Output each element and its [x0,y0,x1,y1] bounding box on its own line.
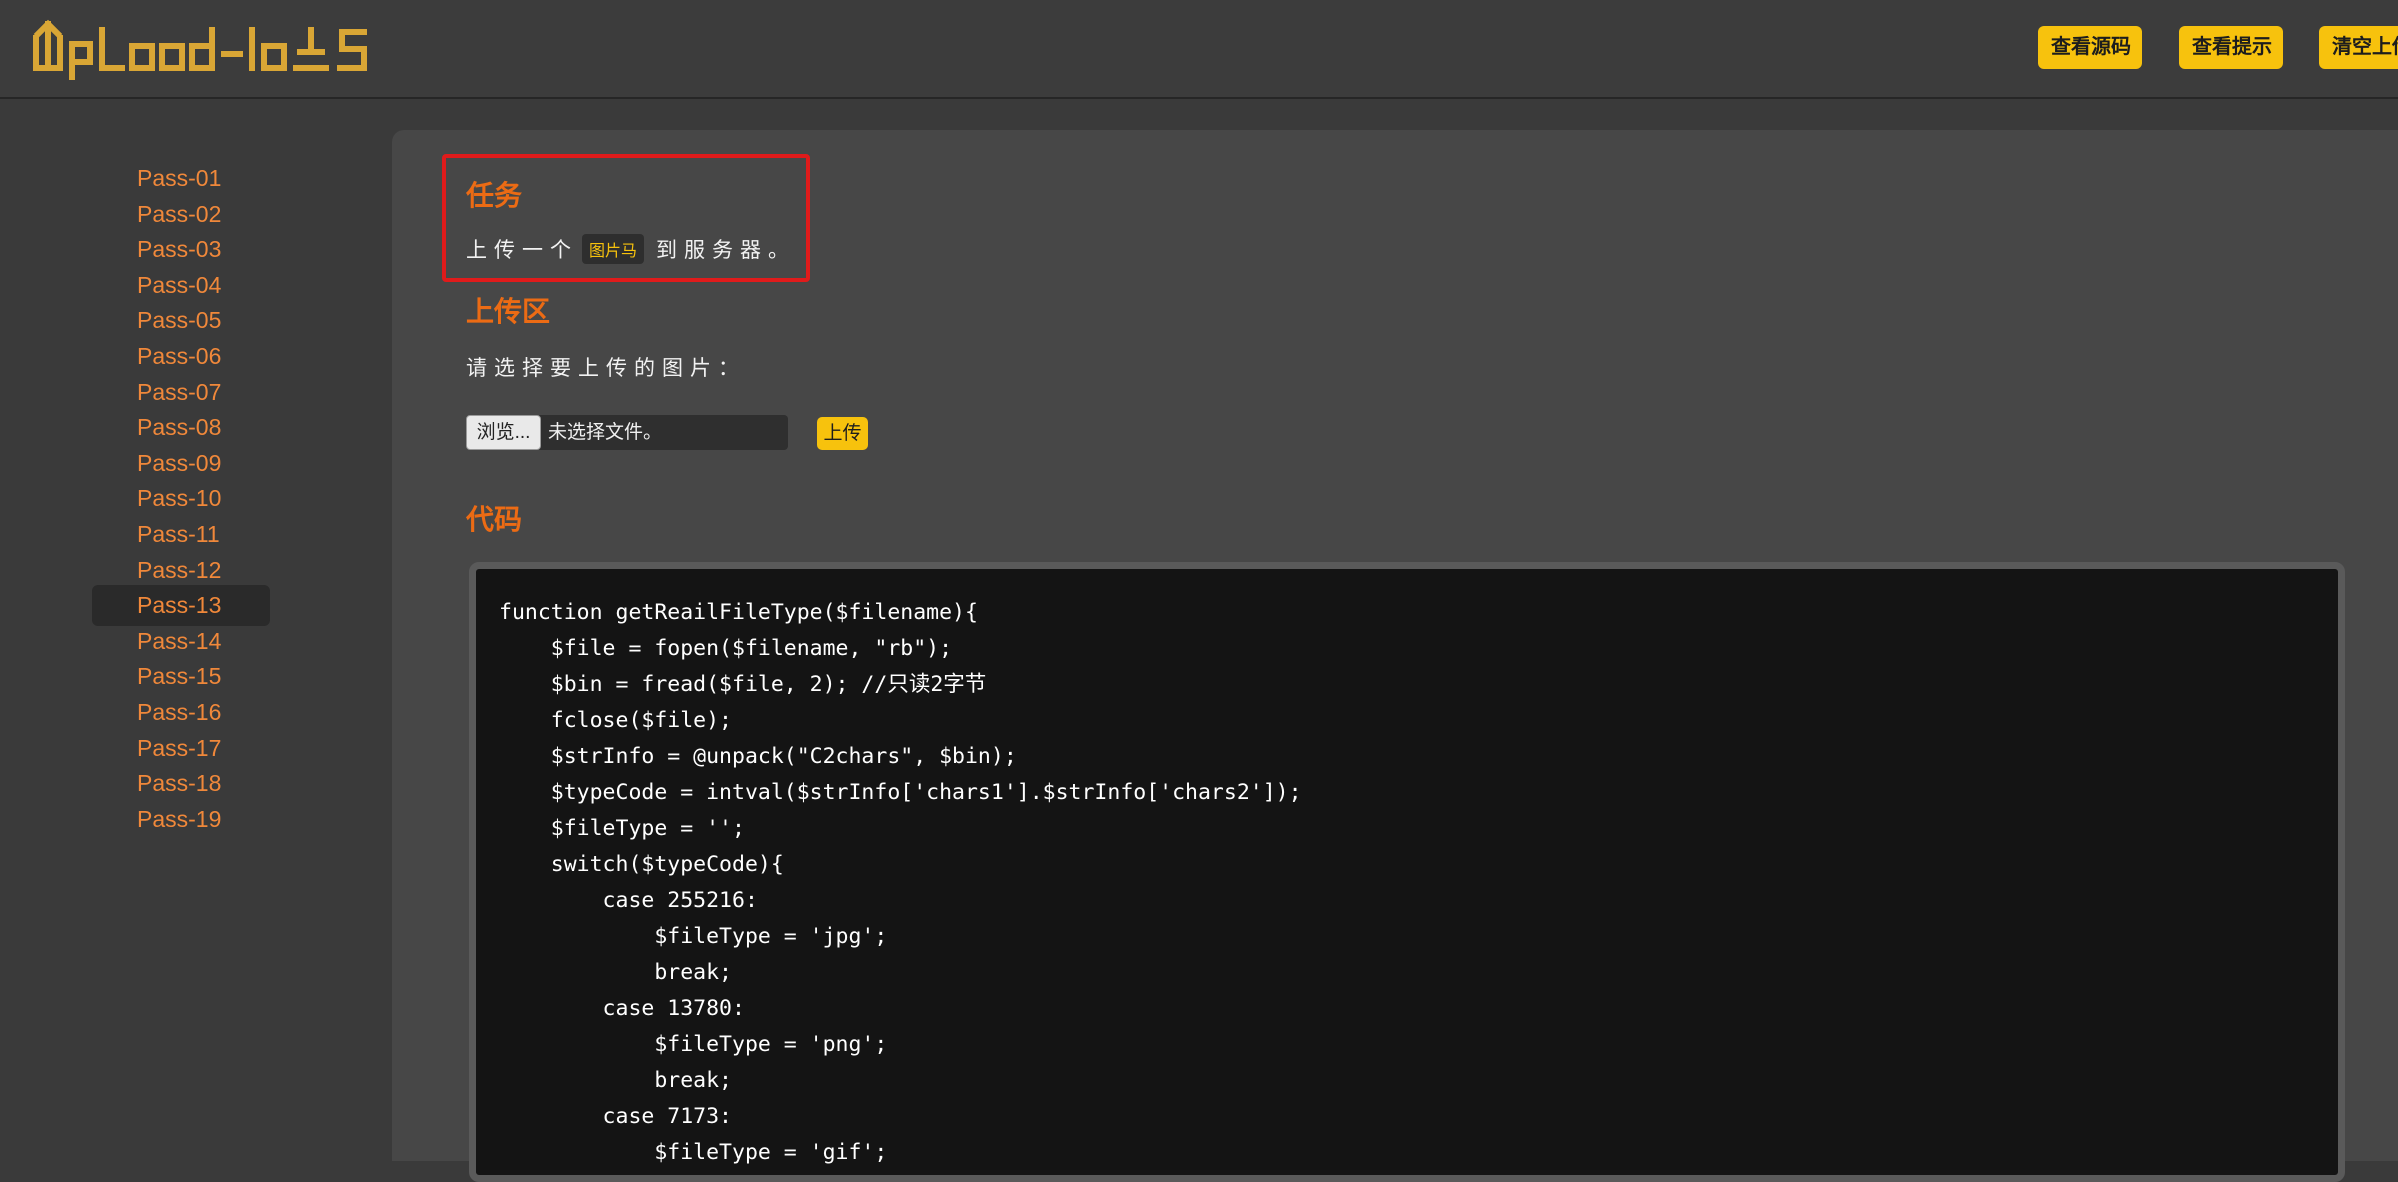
code-line: case 13780: [499,996,745,1021]
task-heading: 任务 [466,180,523,211]
browse-button[interactable]: 浏览... [466,415,541,450]
code-line: $fileType = 'gif'; [499,1140,888,1165]
sidebar-nav: Pass-01 Pass-02 Pass-03 Pass-04 Pass-05 Pass-… [0,101,392,1161]
code-line: $fileType = 'jpg'; [499,924,888,949]
code-line: fclose($file); [499,708,732,733]
code-line: case 7173: [499,1104,732,1129]
code-line: $file = fopen($filename, "rb"); [499,636,953,661]
code-line: $typeCode = intval($strInfo['chars1'].$s… [499,780,1302,805]
task-text-before: 上传一个 [466,239,578,262]
code-line: break; [499,1068,732,1093]
code-line: break; [499,960,732,985]
top-header: 查看源码 查看提示 清空上传 [0,0,2398,99]
image-trojan-tag: 图片马 [582,234,645,264]
sidebar-item-pass-01[interactable]: Pass-01 [92,158,270,199]
upload-submit-button[interactable]: 上传 [817,417,868,450]
code-block: function getReailFileType($filename){ $f… [469,562,2345,1182]
choose-image-label: 请选择要上传的图片： [466,357,746,380]
sidebar-item-pass-06[interactable]: Pass-06 [92,336,270,377]
main-content: 任务 上传一个 图片马 到服务器。 上传区 请选择要上传的图片： 浏览... 未… [392,130,2398,1182]
code-line: $fileType = 'png'; [499,1032,888,1057]
code-heading: 代码 [466,504,523,535]
upload-heading: 上传区 [466,296,551,327]
code-line: function getReailFileType($filename){ [499,600,978,625]
task-text-after: 到服务器。 [656,239,797,262]
sidebar-item-pass-19[interactable]: Pass-19 [92,799,270,840]
code-line: $fileType = ''; [499,816,745,841]
no-file-selected-text: 未选择文件。 [548,422,663,443]
clear-uploads-button[interactable]: 清空上传 [2319,26,2398,69]
code-line: $strInfo = @unpack("C2chars", $bin); [499,744,1017,769]
sidebar-item-pass-16[interactable]: Pass-16 [92,692,270,733]
task-description: 上传一个 图片马 到服务器。 [466,234,796,264]
file-input[interactable]: 浏览... 未选择文件。 [466,415,788,450]
code-line: $bin = fread($file, 2); //只读2字节 [499,672,987,697]
code-line: case 255216: [499,888,758,913]
sidebar-item-pass-11[interactable]: Pass-11 [92,514,270,555]
upload-labs-logo[interactable] [30,18,375,80]
code-line: switch($typeCode){ [499,852,784,877]
view-source-button[interactable]: 查看源码 [2038,26,2142,69]
view-hint-button[interactable]: 查看提示 [2179,26,2283,69]
